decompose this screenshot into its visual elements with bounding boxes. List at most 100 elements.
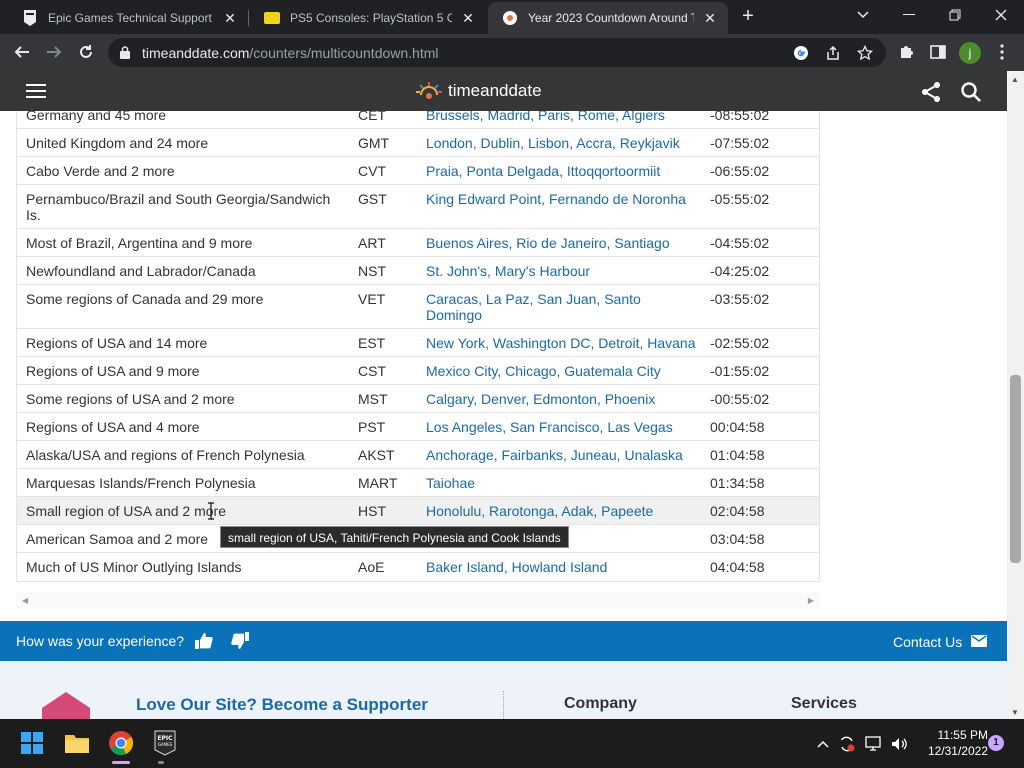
epic-games-launcher-icon[interactable]: EPIC GAMES [151, 729, 179, 757]
cities-link[interactable]: Caracas, La Paz, San Juan, Santo Domingo [426, 284, 710, 329]
timezone-countdown-table: Germany and 45 more CET Brussels, Madrid, … [16, 111, 820, 580]
scrollbar-thumb[interactable] [1010, 375, 1021, 563]
close-window-button[interactable] [988, 4, 1014, 26]
page-content: Germany and 45 more CET Brussels, Madrid, … [0, 111, 1007, 719]
tab-epic-games[interactable]: Epic Games Technical Support & ✕ [8, 2, 248, 34]
abbreviation-cell: EST [358, 328, 426, 357]
volume-icon[interactable] [890, 735, 908, 753]
restore-button[interactable] [942, 4, 968, 26]
svg-text:GAMES: GAMES [158, 742, 173, 747]
windows-taskbar: EPIC GAMES 11:55 PM 12/31/2022 1 [0, 719, 1024, 768]
side-panel-icon[interactable] [926, 40, 950, 64]
share-page-icon[interactable] [824, 44, 842, 62]
windows-start-icon[interactable] [18, 729, 46, 757]
cities-link[interactable]: New York, Washington DC, Detroit, Havana [426, 328, 710, 357]
taskbar-clock[interactable]: 11:55 PM 12/31/2022 [914, 727, 988, 759]
reload-icon[interactable] [74, 40, 98, 64]
region-cell: Regions of USA and 4 more [16, 412, 358, 441]
scroll-left-icon[interactable]: ◀ [22, 596, 28, 605]
table-row: Marquesas Islands/French Polynesia MART Ta… [16, 468, 820, 497]
scroll-down-icon[interactable]: ▼ [1011, 708, 1019, 717]
table-row: Newfoundland and Labrador/Canada NST St. J… [16, 256, 820, 285]
become-supporter-link[interactable]: Love Our Site? Become a Supporter [136, 695, 428, 715]
network-icon[interactable] [865, 735, 883, 753]
share-icon[interactable] [920, 81, 942, 103]
chrome-active-indicator [112, 761, 130, 764]
footer-divider [503, 691, 504, 719]
clock-date: 12/31/2022 [927, 744, 988, 758]
table-row: Pernambuco/Brazil and South Georgia/Sand… [16, 184, 820, 229]
cities-link[interactable]: Honolulu, Rarotonga, Adak, Papeete [426, 496, 710, 525]
close-icon[interactable]: ✕ [702, 10, 718, 26]
table-row: Cabo Verde and 2 more CVT Praia, Ponta Del… [16, 156, 820, 185]
cities-link[interactable]: Mexico City, Chicago, Guatemala City [426, 356, 710, 385]
mail-icon[interactable] [971, 634, 987, 647]
countdown-offset-cell: 03:04:58 [710, 524, 820, 553]
tab-year-2023-countdown[interactable]: Year 2023 Countdown Around Th ✕ [488, 2, 728, 34]
close-icon[interactable]: ✕ [222, 10, 238, 26]
cities-link[interactable]: Buenos Aires, Rio de Janeiro, Santiago [426, 228, 710, 257]
vertical-scrollbar[interactable]: ▲ ▼ [1007, 71, 1024, 719]
url-text: timeanddate.com/counters/multicountdown.… [142, 45, 439, 61]
table-row: Alaska/USA and regions of French Polynes… [16, 440, 820, 469]
cities-link[interactable]: London, Dublin, Lisbon, Accra, Reykjavik [426, 128, 710, 157]
countdown-offset-cell: -08:55:02 [710, 111, 770, 123]
more-menu-icon[interactable] [990, 40, 1014, 64]
forward-arrow-icon[interactable] [42, 40, 66, 64]
google-icon[interactable] [792, 44, 810, 62]
table-row: Regions of USA and 9 more CST Mexico City,… [16, 356, 820, 385]
cities-link[interactable]: Anchorage, Fairbanks, Juneau, Unalaska [426, 440, 710, 469]
countdown-offset-cell: 00:04:58 [710, 412, 820, 441]
sync-alert-icon[interactable] [838, 735, 856, 753]
notification-badge[interactable]: 1 [988, 735, 1004, 751]
contact-us-link[interactable]: Contact Us [893, 634, 962, 650]
cities-link[interactable]: King Edward Point, Fernando de Noronha [426, 184, 710, 229]
thumbs-up-icon[interactable] [194, 631, 214, 651]
search-icon[interactable] [960, 81, 982, 103]
browser-toolbar: timeanddate.com/counters/multicountdown.… [0, 34, 1024, 71]
cities-link[interactable]: Calgary, Denver, Edmonton, Phoenix [426, 384, 710, 413]
tab-ps5-consoles[interactable]: PS5 Consoles: PlayStation 5 Cons ✕ [250, 2, 486, 34]
scroll-right-icon[interactable]: ▶ [808, 596, 814, 605]
minimize-button[interactable] [896, 4, 922, 26]
site-logo[interactable]: timeanddate [414, 80, 542, 102]
cities-link[interactable]: Brussels, Madrid, Paris, Rome, Algiers [426, 111, 710, 129]
svg-text:EPIC: EPIC [157, 735, 173, 742]
abbreviation-cell: MST [358, 384, 426, 413]
close-icon[interactable]: ✕ [460, 10, 476, 26]
table-row: Regions of USA and 4 more PST Los Angeles,… [16, 412, 820, 441]
region-cell: Regions of USA and 9 more [16, 356, 358, 385]
chrome-icon[interactable] [107, 729, 135, 757]
table-row: Germany and 45 more CET Brussels, Madrid, … [16, 111, 820, 129]
abbreviation-cell: AoE [358, 552, 426, 580]
extensions-puzzle-icon[interactable] [894, 40, 918, 64]
tab-search-chevron-down-icon[interactable] [850, 4, 876, 26]
text-cursor-icon [208, 502, 214, 520]
new-tab-button[interactable]: + [738, 6, 758, 26]
table-row: Some regions of Canada and 29 more VET Car… [16, 284, 820, 329]
bookmark-star-icon[interactable] [856, 44, 874, 62]
thumbs-down-icon[interactable] [230, 631, 250, 651]
scroll-up-icon[interactable]: ▲ [1011, 75, 1019, 84]
file-explorer-icon[interactable] [63, 729, 91, 757]
cities-link[interactable]: St. John's, Mary's Harbour [426, 256, 710, 285]
region-cell: Newfoundland and Labrador/Canada [16, 256, 358, 285]
cities-link[interactable]: Taiohae [426, 468, 710, 497]
ps5-favicon-icon [264, 10, 280, 26]
horizontal-scrollbar[interactable]: ◀ ▶ [16, 592, 820, 608]
countdown-offset-cell: 04:04:58 [710, 552, 820, 580]
abbreviation-cell: ART [358, 228, 426, 257]
cities-link[interactable]: Praia, Ponta Delgada, Ittoqqortoormiit [426, 156, 710, 185]
region-cell: Some regions of Canada and 29 more [16, 284, 358, 329]
countdown-offset-cell: -07:55:02 [710, 128, 820, 157]
address-bar[interactable]: timeanddate.com/counters/multicountdown.… [108, 38, 886, 67]
cities-link[interactable]: Los Angeles, San Francisco, Las Vegas [426, 412, 710, 441]
countdown-offset-cell: -02:55:02 [710, 328, 820, 357]
hamburger-menu-icon[interactable] [26, 84, 46, 98]
back-arrow-icon[interactable] [10, 40, 34, 64]
show-hidden-icons-chevron-up-icon[interactable] [814, 735, 832, 753]
profile-avatar[interactable]: j [959, 42, 981, 64]
region-cell: Germany and 45 more [26, 111, 167, 123]
logo-sun-icon [416, 82, 442, 99]
cities-link[interactable]: Baker Island, Howland Island [426, 552, 710, 580]
